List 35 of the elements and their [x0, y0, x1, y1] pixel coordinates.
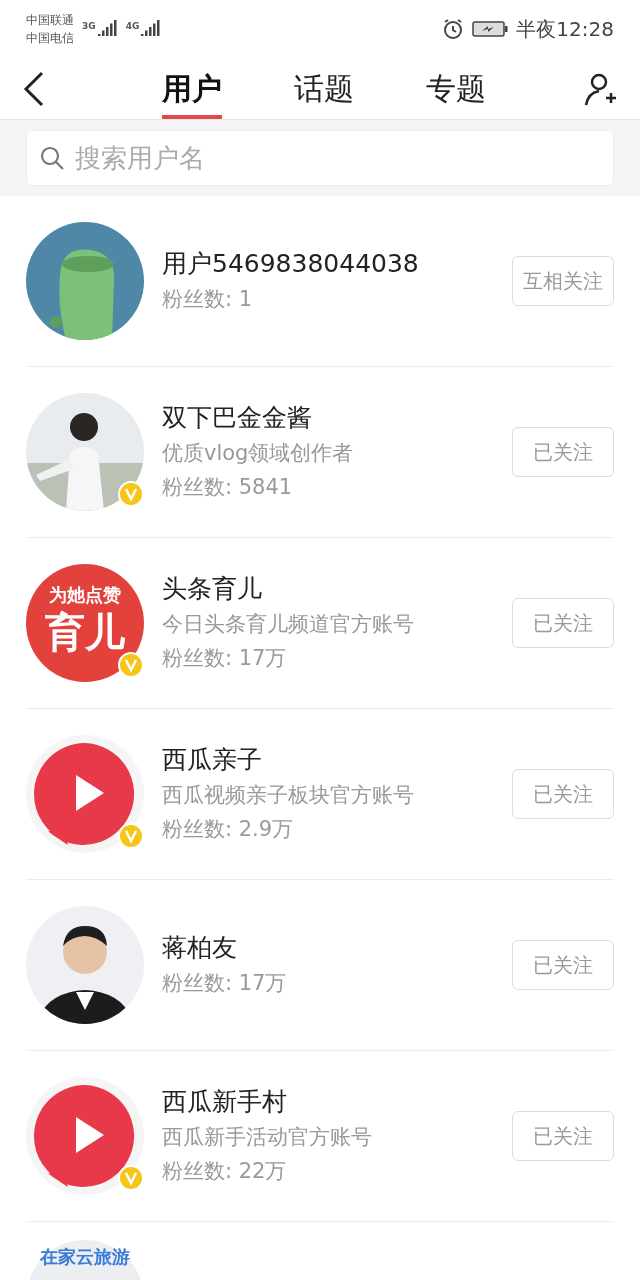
user-name[interactable]: 头条育儿	[162, 571, 512, 607]
carrier-name: 中国联通	[26, 12, 74, 29]
user-name[interactable]: 西瓜新手村	[162, 1084, 512, 1120]
user-info: 优质vlog领域创作者	[162, 440, 355, 467]
user-name[interactable]: 双下巴金金酱	[162, 400, 512, 436]
play-logo-icon	[26, 735, 144, 853]
avatar-caption: 为她点赞	[49, 586, 121, 604]
user-name[interactable]: 蒋柏友	[162, 930, 512, 966]
back-icon[interactable]	[22, 70, 46, 107]
network-type: 4G	[125, 20, 140, 33]
carrier-name: 中国电信	[26, 30, 74, 47]
user-info: 今日头条育儿频道官方账号	[162, 611, 415, 638]
search-icon	[39, 145, 65, 171]
play-logo-icon	[26, 1077, 144, 1195]
user-info: 西瓜新手活动官方账号	[162, 1124, 373, 1151]
user-name[interactable]: 用户5469838044038	[162, 246, 512, 282]
user-info: 粉丝数: 17万	[162, 645, 288, 672]
alarm-icon	[442, 18, 465, 40]
search-field[interactable]: 搜索用户名	[26, 130, 614, 186]
user-info: 粉丝数: 17万	[162, 970, 288, 997]
signal-icon	[97, 20, 118, 38]
clock-time: 半夜12:28	[516, 16, 614, 43]
user-info: 粉丝数: 2.9万	[162, 816, 295, 843]
user-info: 粉丝数: 1	[162, 286, 254, 313]
user-info: 西瓜视频亲子板块官方账号	[162, 782, 415, 809]
network-type: 3G	[82, 20, 96, 33]
battery-icon	[472, 20, 509, 38]
signal-icon	[141, 20, 162, 38]
user-name[interactable]: 西瓜亲子	[162, 742, 512, 778]
avatar-title: 育儿	[45, 612, 125, 652]
user-info: 粉丝数: 22万	[162, 1158, 288, 1185]
tab[interactable]: 专题	[426, 58, 486, 119]
avatar-caption: 在家云旅游	[40, 1248, 130, 1269]
tab[interactable]: 话题	[294, 58, 354, 119]
user-info: 粉丝数: 5841	[162, 474, 294, 501]
